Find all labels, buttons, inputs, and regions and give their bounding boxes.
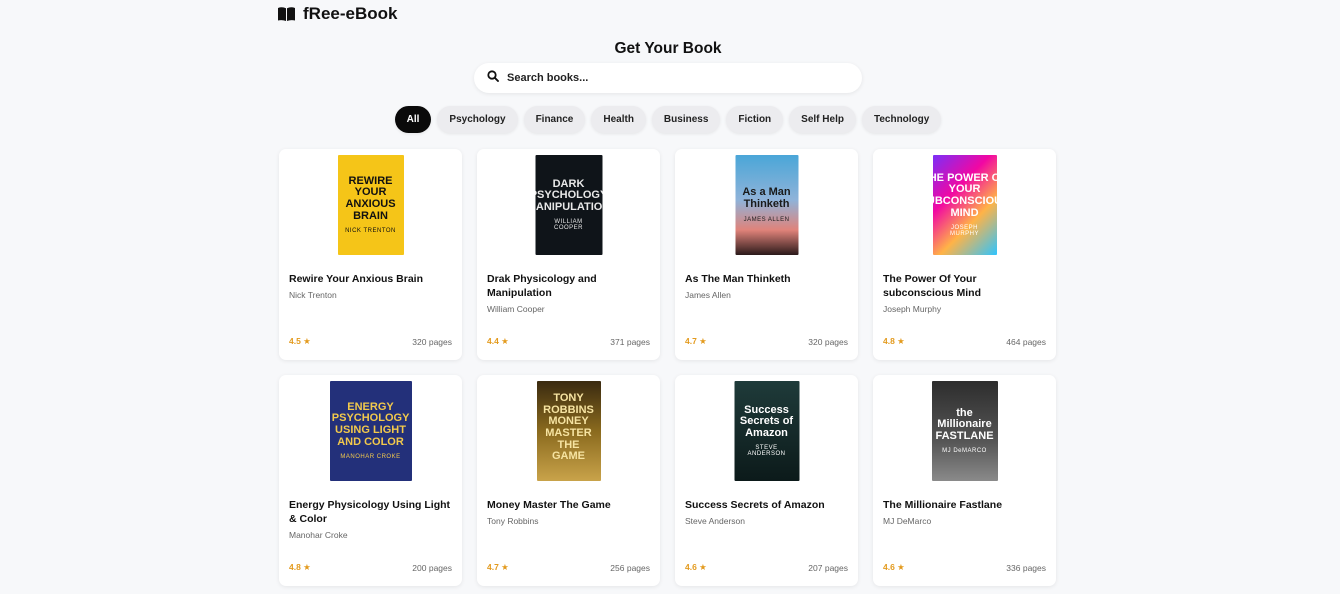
page-title: Get Your Book	[614, 40, 722, 57]
book-title[interactable]: The Power Of Your subconscious Mind	[883, 272, 1046, 300]
book-title[interactable]: Money Master The Game	[487, 498, 650, 512]
book-cover[interactable]: DARK PSYCHOLOGY MANIPULATION WILLIAM COOP…	[535, 155, 602, 255]
book-rating: 4.4 ★	[487, 336, 509, 346]
book-author: William Cooper	[487, 304, 545, 314]
cover-title: the Millionaire FASTLANE	[935, 406, 994, 442]
cover-title: Success Secrets of Amazon	[739, 403, 794, 439]
book-author: MJ DeMarco	[883, 516, 932, 526]
book-rating: 4.5 ★	[289, 336, 311, 346]
book-pages: 371 pages	[610, 337, 650, 347]
book-cover[interactable]: the Millionaire FASTLANE MJ DeMARCO	[931, 381, 998, 481]
cover-title: DARK PSYCHOLOGY MANIPULATION	[535, 177, 602, 213]
book-pages: 256 pages	[610, 563, 650, 573]
book-author: Tony Robbins	[487, 516, 539, 526]
book-rating: 4.7 ★	[685, 336, 707, 346]
book-pages: 207 pages	[808, 563, 848, 573]
book-card[interactable]: TONY ROBBINS MONEY MASTER THE GAME Money …	[477, 375, 660, 586]
book-open-icon	[277, 6, 296, 22]
book-card[interactable]: As a Man Thinketh JAMES ALLEN As The Man T…	[675, 149, 858, 360]
filter-health[interactable]: Health	[591, 106, 646, 133]
book-rating: 4.8 ★	[883, 336, 905, 346]
cover-title: THE POWER OF YOUR SUBCONSCIOUS MIND	[932, 171, 997, 219]
book-cover[interactable]: As a Man Thinketh JAMES ALLEN	[735, 155, 798, 255]
cover-title: ENERGY PSYCHOLOGY USING LIGHT AND COLOR	[331, 400, 410, 448]
cover-author: MANOHAR CROKE	[340, 454, 401, 461]
filter-fiction[interactable]: Fiction	[726, 106, 784, 133]
book-title[interactable]: Energy Physicology Using Light & Color	[289, 498, 452, 526]
book-rating: 4.6 ★	[883, 562, 905, 572]
filter-self-help[interactable]: Self Help	[789, 106, 856, 133]
book-rating: 4.6 ★	[685, 562, 707, 572]
book-author: James Allen	[685, 290, 731, 300]
book-rating: 4.8 ★	[289, 562, 311, 572]
cover-author: STEVE ANDERSON	[747, 445, 786, 458]
book-card[interactable]: Success Secrets of Amazon STEVE ANDERSON S…	[675, 375, 858, 586]
book-cover[interactable]: TONY ROBBINS MONEY MASTER THE GAME	[536, 381, 601, 481]
cover-author: JAMES ALLEN	[743, 216, 790, 223]
book-pages: 464 pages	[1006, 337, 1046, 347]
cover-author: JOSEPH MURPHY	[949, 225, 979, 238]
book-rating: 4.7 ★	[487, 562, 509, 572]
filter-business[interactable]: Business	[651, 106, 721, 133]
search-icon	[487, 69, 499, 87]
book-cover[interactable]: THE POWER OF YOUR SUBCONSCIOUS MIND JOSEP…	[932, 155, 997, 255]
filter-finance[interactable]: Finance	[523, 106, 586, 133]
book-card[interactable]: DARK PSYCHOLOGY MANIPULATION WILLIAM COOP…	[477, 149, 660, 360]
book-cover[interactable]: ENERGY PSYCHOLOGY USING LIGHT AND COLOR M…	[329, 381, 412, 481]
book-title[interactable]: The Millionaire Fastlane	[883, 498, 1046, 512]
brand-name: fRee-eBook	[303, 4, 398, 23]
book-card[interactable]: the Millionaire FASTLANE MJ DeMARCO The Mi…	[873, 375, 1056, 586]
book-card[interactable]: REWIRE YOUR ANXIOUS BRAIN NICK TRENTON Rew…	[279, 149, 462, 360]
cover-author: WILLIAM COOPER	[553, 219, 583, 232]
book-cover[interactable]: Success Secrets of Amazon STEVE ANDERSON	[734, 381, 799, 481]
cover-title: TONY ROBBINS MONEY MASTER THE GAME	[543, 392, 594, 463]
cover-author: NICK TRENTON	[345, 228, 396, 235]
cover-title: As a Man Thinketh	[742, 186, 791, 210]
book-card[interactable]: THE POWER OF YOUR SUBCONSCIOUS MIND JOSEP…	[873, 149, 1056, 360]
book-title[interactable]: Rewire Your Anxious Brain	[289, 272, 452, 286]
book-pages: 320 pages	[412, 337, 452, 347]
category-filters: All Psychology Finance Health Business Fictio…	[0, 106, 1336, 133]
book-pages: 200 pages	[412, 563, 452, 573]
book-author: Steve Anderson	[685, 516, 746, 526]
filter-psychology[interactable]: Psychology	[437, 106, 518, 133]
brand-logo[interactable]: fRee-eBook	[277, 4, 397, 24]
book-author: Joseph Murphy	[883, 304, 942, 314]
book-author: Manohar Croke	[289, 530, 348, 540]
search-input[interactable]	[507, 72, 837, 84]
cover-author: MJ DeMARCO	[942, 448, 987, 455]
book-pages: 336 pages	[1006, 563, 1046, 573]
filter-technology[interactable]: Technology	[861, 106, 942, 133]
search-bar[interactable]	[474, 63, 862, 93]
book-author: Nick Trenton	[289, 290, 337, 300]
book-title[interactable]: As The Man Thinketh	[685, 272, 848, 286]
book-pages: 320 pages	[808, 337, 848, 347]
book-title[interactable]: Drak Physicology and Manipulation	[487, 272, 650, 300]
book-card[interactable]: ENERGY PSYCHOLOGY USING LIGHT AND COLOR M…	[279, 375, 462, 586]
book-title[interactable]: Success Secrets of Amazon	[685, 498, 848, 512]
book-cover[interactable]: REWIRE YOUR ANXIOUS BRAIN NICK TRENTON	[337, 155, 404, 255]
book-grid: REWIRE YOUR ANXIOUS BRAIN NICK TRENTON Rew…	[279, 149, 1056, 586]
cover-title: REWIRE YOUR ANXIOUS BRAIN	[345, 174, 396, 222]
filter-all[interactable]: All	[394, 106, 432, 133]
